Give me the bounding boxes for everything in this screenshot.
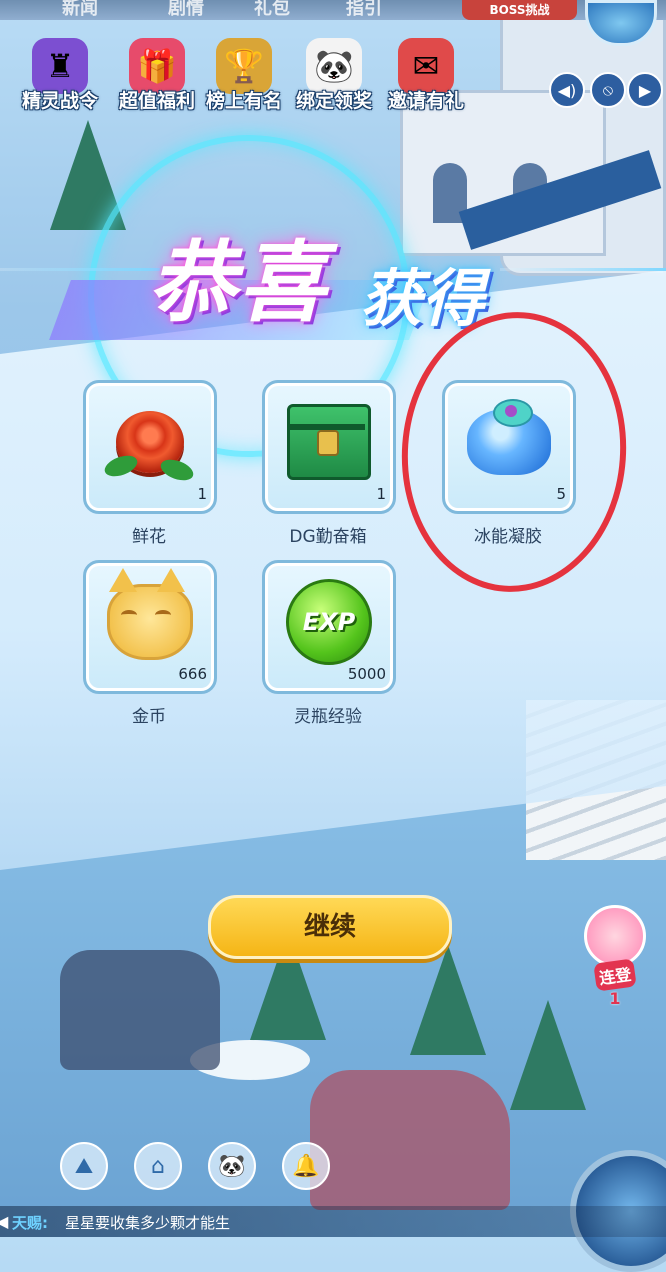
item-count: 666	[178, 665, 207, 683]
play-button[interactable]: ▶	[627, 72, 663, 108]
tab-gift-pack[interactable]: 礼包	[254, 0, 290, 20]
item-name: 金币	[132, 707, 166, 727]
cat-ear	[157, 567, 185, 592]
speaker-icon: ◀	[0, 1212, 9, 1231]
reward-slot: 1	[83, 380, 217, 514]
rock	[310, 1070, 510, 1210]
item-name: 鲜花	[132, 527, 166, 547]
event-count: 1	[609, 989, 621, 1008]
leaf	[157, 455, 197, 485]
cat-eye	[121, 609, 137, 620]
rose-icon	[101, 410, 197, 485]
nav-label: 绑定领奖	[295, 90, 372, 112]
reward-item-flower[interactable]: 1 鲜花	[83, 380, 217, 547]
event-label: 连登	[593, 958, 637, 992]
exp-orb-icon: EXP	[286, 578, 372, 665]
reward-item-gold[interactable]: 666 金币	[83, 560, 217, 727]
title-congrats: 恭喜	[148, 231, 329, 334]
cat-ear	[109, 567, 137, 592]
nav-leaderboard[interactable]: 🏆 榜上有名	[194, 38, 294, 113]
home-icon[interactable]: ⌂	[134, 1142, 182, 1190]
tab-story[interactable]: 剧情	[168, 0, 204, 20]
character-avatar	[584, 905, 646, 967]
chest-icon	[287, 403, 371, 480]
nav-label: 超值福利	[118, 90, 195, 112]
top-tab-bar: 新闻 剧情 礼包 指引 BOSS挑战	[0, 0, 666, 20]
block-button[interactable]: ⦸	[590, 72, 626, 108]
bell-icon[interactable]: 🔔	[282, 1142, 330, 1190]
cat-face	[107, 567, 193, 660]
cat-eye	[155, 609, 171, 620]
chest-body	[287, 403, 371, 480]
item-count: 5000	[347, 665, 386, 683]
reward-item-exp[interactable]: EXP 5000 灵瓶经验	[262, 560, 396, 727]
nav-label: 精灵战令	[21, 90, 98, 112]
chest-lock	[317, 429, 339, 456]
title-line	[0, 268, 160, 271]
exp-orb: EXP	[286, 578, 372, 665]
nav-value-welfare[interactable]: 🎁 超值福利	[107, 38, 207, 113]
beast-statue	[60, 950, 220, 1070]
map-icon[interactable]: ⛰	[60, 1142, 108, 1190]
title-obtained: 获得	[360, 262, 485, 335]
pine-tree	[510, 1000, 586, 1110]
reward-slot: 1	[262, 380, 396, 514]
nav-battle-pass[interactable]: ♜ 精灵战令	[10, 38, 110, 113]
title-line	[500, 268, 666, 271]
item-count: 1	[376, 485, 386, 503]
ticker-text: 星星要收集多少颗才能生	[65, 1214, 231, 1232]
continue-button[interactable]: 继续	[208, 895, 452, 959]
tab-news[interactable]: 新闻	[62, 0, 98, 20]
nav-label: 邀请有礼	[387, 90, 464, 112]
item-name: 灵瓶经验	[294, 707, 362, 727]
boss-challenge-banner[interactable]: BOSS挑战	[462, 0, 577, 20]
news-ticker: ◀ 天赐: 星星要收集多少颗才能生	[0, 1206, 666, 1237]
pine-tree	[410, 945, 486, 1055]
nav-bind-reward[interactable]: 🐼 绑定领奖	[284, 38, 384, 113]
item-name: DG勤奋箱	[289, 527, 367, 547]
sound-button[interactable]: ◀)	[549, 72, 585, 108]
reward-item-dg-chest[interactable]: 1 DG勤奋箱	[262, 380, 396, 547]
login-streak-event[interactable]: 连登 1	[580, 905, 650, 1008]
ticker-label: 天赐:	[12, 1214, 48, 1232]
nav-label: 榜上有名	[205, 90, 282, 112]
nav-invite[interactable]: ✉ 邀请有礼	[376, 38, 476, 113]
panda-icon[interactable]: 🐼	[208, 1142, 256, 1190]
reward-slot: 666	[83, 560, 217, 694]
coin-cat-icon	[107, 567, 193, 660]
reward-slot: EXP 5000	[262, 560, 396, 694]
item-count: 1	[197, 485, 207, 503]
tab-guide[interactable]: 指引	[346, 0, 382, 20]
